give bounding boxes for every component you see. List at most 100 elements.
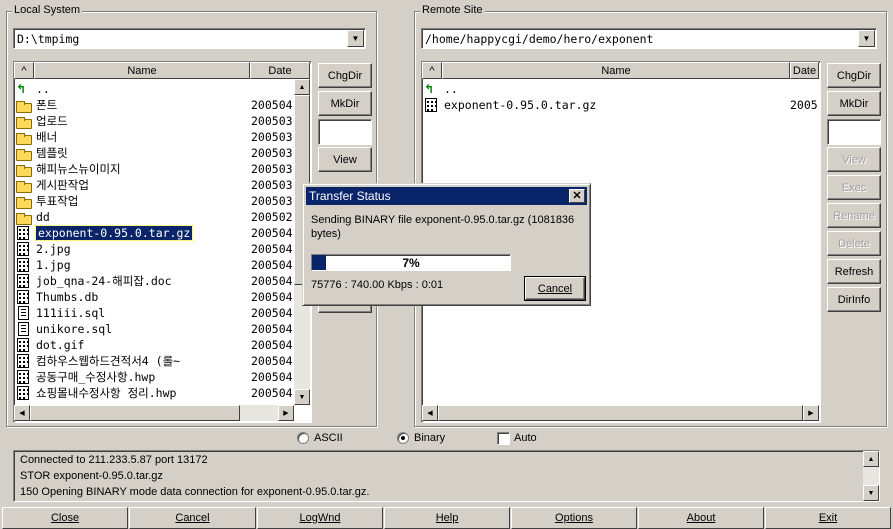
- scroll-left-icon[interactable]: ◀: [422, 405, 438, 421]
- local-path-combo[interactable]: D:\tmpimg ▼: [13, 28, 366, 49]
- file-name: exponent-0.95.0.tar.gz: [34, 225, 194, 241]
- local-file-row[interactable]: 2.jpg 200504: [14, 241, 311, 257]
- log-vscroll[interactable]: ▲ ▼: [863, 451, 879, 501]
- local-file-row[interactable]: 쇼핑몰내수정사항 정리.hwp 200504: [14, 385, 311, 401]
- file-date: 200503: [251, 194, 293, 208]
- local-file-row[interactable]: 1.jpg 200504: [14, 257, 311, 273]
- auto-checkbox[interactable]: [497, 432, 510, 445]
- logwnd-button[interactable]: LogWnd: [257, 507, 383, 529]
- dialog-cancel-button[interactable]: Cancel: [524, 276, 586, 301]
- scroll-thumb[interactable]: [438, 405, 803, 421]
- scroll-up-icon[interactable]: ▲: [863, 451, 879, 467]
- remote-name-header[interactable]: Name: [442, 62, 790, 79]
- local-mkdir-button[interactable]: MkDir: [318, 91, 372, 116]
- folder-icon: [16, 101, 32, 113]
- file-name: ..: [36, 82, 50, 96]
- local-name-header[interactable]: Name: [34, 62, 250, 79]
- remote-sort-header[interactable]: ^: [422, 62, 442, 79]
- up-arrow-icon: ↰: [424, 82, 435, 96]
- chevron-down-icon[interactable]: ▼: [858, 30, 875, 47]
- scroll-right-icon[interactable]: ▶: [803, 405, 819, 421]
- binary-file-icon: [17, 290, 29, 304]
- close-button[interactable]: Close: [2, 507, 128, 529]
- remote-delete-button[interactable]: Delete: [827, 231, 881, 256]
- local-file-row[interactable]: 해피뉴스뉴이미지 200503: [14, 161, 311, 177]
- close-button-label: Close: [50, 512, 80, 524]
- local-file-row[interactable]: 111iii.sql 200504: [14, 305, 311, 321]
- binary-file-icon: [17, 242, 29, 256]
- remote-refresh-button[interactable]: Refresh: [827, 259, 881, 284]
- options-button[interactable]: Options: [511, 507, 637, 529]
- local-file-row[interactable]: ↰..: [14, 81, 311, 97]
- remote-path-combo[interactable]: /home/happycgi/demo/hero/exponent ▼: [421, 28, 877, 49]
- help-button[interactable]: Help: [384, 507, 510, 529]
- up-arrow-icon: ↰: [16, 82, 27, 96]
- local-file-row[interactable]: 배너 200503: [14, 129, 311, 145]
- local-hscroll[interactable]: ◀ ▶: [14, 405, 294, 421]
- local-file-row[interactable]: Thumbs.db 200504: [14, 289, 311, 305]
- file-name: 공동구매_수정사항.hwp: [36, 370, 156, 384]
- scroll-right-icon[interactable]: ▶: [278, 405, 294, 421]
- cancel-button[interactable]: Cancel: [129, 507, 256, 529]
- help-button-label: Help: [435, 512, 459, 524]
- scroll-up-icon[interactable]: ▲: [294, 79, 310, 95]
- file-name: job_qna-24-해피잡.doc: [36, 274, 172, 288]
- folder-icon: [16, 165, 32, 177]
- local-file-row[interactable]: dd 200502: [14, 209, 311, 225]
- binary-file-icon: [17, 338, 29, 352]
- cancel-button-label: Cancel: [175, 512, 210, 524]
- local-file-row[interactable]: job_qna-24-해피잡.doc 200504: [14, 273, 311, 289]
- exit-button[interactable]: Exit: [765, 507, 891, 529]
- binary-label[interactable]: Binary: [414, 432, 445, 444]
- remote-filter-input[interactable]: [827, 119, 881, 145]
- remote-file-row[interactable]: exponent-0.95.0.tar.gz 2005: [422, 97, 820, 113]
- remote-date-header[interactable]: Date: [790, 62, 819, 79]
- local-file-row[interactable]: 업로드 200503: [14, 113, 311, 129]
- local-file-row[interactable]: exponent-0.95.0.tar.gz 200504: [14, 225, 311, 241]
- ascii-label[interactable]: ASCII: [314, 432, 343, 444]
- remote-exec-button[interactable]: Exec: [827, 175, 881, 200]
- local-file-row[interactable]: dot.gif 200504: [14, 337, 311, 353]
- dialog-titlebar[interactable]: Transfer Status ✕: [306, 187, 587, 205]
- file-name: 업로드: [36, 114, 68, 128]
- auto-label[interactable]: Auto: [514, 432, 537, 444]
- log-panel[interactable]: Connected to 211.233.5.87 port 13172 STO…: [13, 450, 880, 502]
- local-file-row[interactable]: 투표작업 200503: [14, 193, 311, 209]
- file-date: 200504: [251, 386, 293, 400]
- local-filter-input[interactable]: [318, 119, 372, 145]
- local-file-row[interactable]: 공동구매_수정사항.hwp 200504: [14, 369, 311, 385]
- scroll-down-icon[interactable]: ▼: [863, 485, 879, 501]
- local-sort-header[interactable]: ^: [14, 62, 34, 79]
- exit-button-label: Exit: [818, 512, 838, 524]
- folder-icon: [16, 181, 32, 193]
- remote-hscroll[interactable]: ◀ ▶: [422, 405, 819, 421]
- local-file-row[interactable]: 게시판작업 200503: [14, 177, 311, 193]
- remote-dirinfo-button[interactable]: DirInfo: [827, 287, 881, 312]
- remote-view-button[interactable]: View: [827, 147, 881, 172]
- local-file-row[interactable]: 폰트 200504: [14, 97, 311, 113]
- local-chgdir-button[interactable]: ChgDir: [318, 63, 372, 88]
- remote-chgdir-button[interactable]: ChgDir: [827, 63, 881, 88]
- remote-file-row[interactable]: ↰..: [422, 81, 820, 97]
- remote-path-text: /home/happycgi/demo/hero/exponent: [425, 32, 654, 46]
- local-date-header[interactable]: Date: [250, 62, 310, 79]
- remote-rename-button[interactable]: Rename: [827, 203, 881, 228]
- scroll-thumb[interactable]: [30, 405, 240, 421]
- ascii-radio[interactable]: [297, 432, 309, 444]
- file-name: 배너: [36, 130, 58, 144]
- about-button[interactable]: About: [638, 507, 764, 529]
- local-file-row[interactable]: unikore.sql 200504: [14, 321, 311, 337]
- close-icon[interactable]: ✕: [569, 189, 585, 203]
- local-file-list[interactable]: ^ Name Date ↰.. 폰트 200504 업로드 200503 배너 200503…: [13, 61, 312, 423]
- binary-radio[interactable]: [397, 432, 409, 444]
- local-file-row[interactable]: 컴하우스웹하드견적서4 (롤~ 200504: [14, 353, 311, 369]
- remote-mkdir-button[interactable]: MkDir: [827, 91, 881, 116]
- chevron-down-icon[interactable]: ▼: [347, 30, 364, 47]
- scroll-down-icon[interactable]: ▼: [294, 389, 310, 405]
- local-file-row[interactable]: 템플릿 200503: [14, 145, 311, 161]
- scroll-left-icon[interactable]: ◀: [14, 405, 30, 421]
- about-button-label: About: [686, 512, 716, 524]
- file-name: ..: [444, 82, 458, 96]
- local-view-button[interactable]: View: [318, 147, 372, 172]
- transfer-stats: 75776 : 740.00 Kbps : 0:01: [311, 279, 444, 291]
